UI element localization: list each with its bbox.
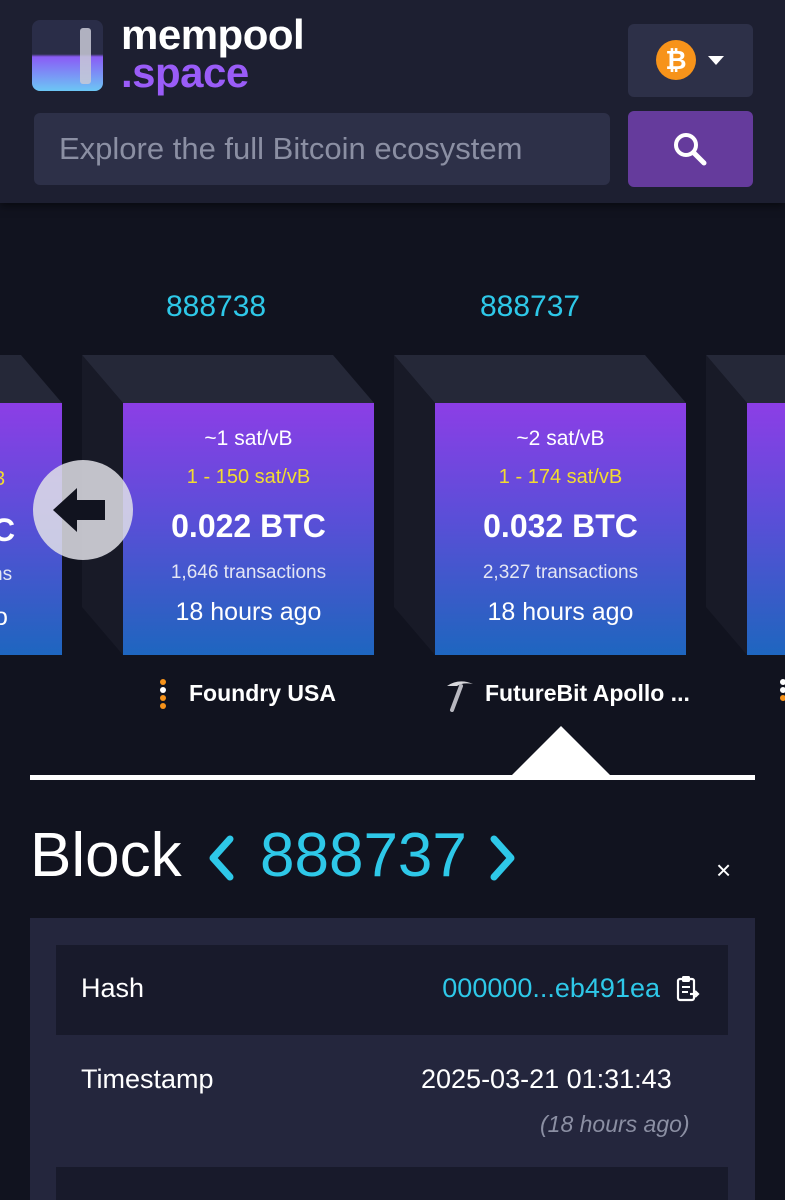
block-height-link[interactable]: 888737: [480, 290, 580, 324]
block-partial-right[interactable]: [706, 355, 785, 655]
network-selector-button[interactable]: ₿: [628, 24, 753, 97]
block-time: 18 hours ago: [487, 598, 634, 626]
block-height-title: 888737: [260, 821, 467, 890]
close-icon[interactable]: ×: [716, 855, 731, 886]
block-tx-count: 1,646 transactions: [170, 562, 327, 583]
search-icon: [674, 133, 707, 166]
block-pool-name[interactable]: Foundry USA: [189, 680, 336, 707]
block-total-fees: 0.022 BTC: [171, 508, 326, 544]
hash-label: Hash: [81, 973, 145, 1003]
chevron-down-icon: [708, 56, 724, 65]
table-row: [56, 1167, 728, 1200]
selected-block-pointer: [511, 726, 611, 776]
clipboard-icon[interactable]: [676, 975, 700, 1003]
hash-value[interactable]: 000000...eb491ea: [442, 973, 660, 1004]
search-input[interactable]: [34, 113, 610, 185]
pool-icon-partial: [780, 679, 785, 701]
bitcoin-icon: ₿: [656, 40, 696, 80]
logo-line-2: .space: [121, 49, 249, 96]
search-button[interactable]: [628, 111, 753, 187]
previous-block-icon[interactable]: [206, 835, 238, 881]
logo-wordmark[interactable]: mempool .space: [121, 14, 305, 96]
block-median-fee: ~2 sat/vB: [516, 427, 605, 450]
header: mempool .space ₿: [0, 0, 785, 203]
block-front-face: ~2 sat/vB 1 - 174 sat/vB 0.032 BTC 2,327…: [435, 403, 686, 655]
pickaxe-icon: [447, 681, 473, 712]
foundry-pool-icon: [160, 679, 166, 709]
partial-fee-span: 3: [0, 468, 5, 491]
partial-time: o: [0, 603, 8, 631]
block-fee-span: 1 - 150 sat/vB: [186, 466, 311, 488]
block-time: 18 hours ago: [175, 598, 322, 626]
page-title: Block: [30, 821, 182, 890]
block-pool-name[interactable]: FutureBit Apollo ...: [485, 680, 690, 707]
hash-row: Hash 000000...eb491ea: [56, 945, 728, 1035]
timestamp-label: Timestamp: [81, 1064, 214, 1094]
partial-total: C: [0, 512, 16, 548]
arrow-left-icon: [53, 488, 105, 532]
block-height-link[interactable]: 888738: [166, 290, 266, 324]
block-fee-span: 1 - 174 sat/vB: [498, 466, 623, 488]
block-total-fees: 0.032 BTC: [483, 508, 638, 544]
partial-tx-count: ns: [0, 564, 13, 585]
timestamp-value: 2025-03-21 01:31:43: [421, 1064, 672, 1094]
mempool-logo-icon[interactable]: [32, 20, 103, 91]
next-block-icon[interactable]: [486, 835, 518, 881]
block-details-card: Hash 000000...eb491ea Timestamp 2025-03-…: [30, 918, 755, 1200]
page: mempool .space ₿ 3 C ns o: [0, 0, 785, 1200]
block-tx-count: 2,327 transactions: [482, 562, 639, 583]
scroll-left-button[interactable]: [33, 460, 133, 560]
block-front-face: ~1 sat/vB 1 - 150 sat/vB 0.022 BTC 1,646…: [123, 403, 374, 655]
timestamp-relative: (18 hours ago): [540, 1111, 690, 1137]
block-median-fee: ~1 sat/vB: [204, 427, 293, 450]
block-cube-selected[interactable]: ~2 sat/vB 1 - 174 sat/vB 0.032 BTC 2,327…: [394, 355, 686, 655]
blockchain-divider: [30, 775, 755, 780]
